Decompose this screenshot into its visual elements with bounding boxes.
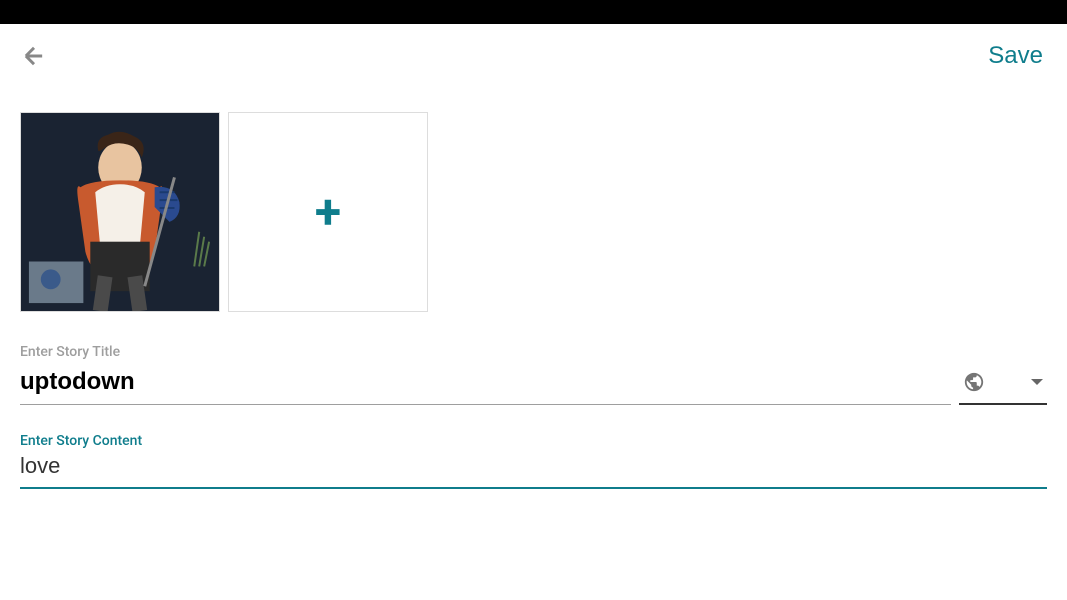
content-area: + Enter Story Title Enter Story Content xyxy=(0,112,1067,489)
title-label: Enter Story Title xyxy=(20,344,951,360)
story-title-input[interactable] xyxy=(20,364,951,405)
status-bar xyxy=(0,0,1067,24)
title-row: Enter Story Title xyxy=(20,344,1047,405)
globe-icon xyxy=(963,371,985,393)
image-attachments-row: + xyxy=(20,112,1047,312)
story-content-input[interactable] xyxy=(20,451,1047,489)
privacy-dropdown[interactable] xyxy=(959,363,1047,405)
plus-icon: + xyxy=(315,188,341,236)
header: Save xyxy=(0,24,1067,88)
title-field-group: Enter Story Title xyxy=(20,344,951,405)
anime-character-image xyxy=(21,113,219,311)
story-image-thumbnail[interactable] xyxy=(20,112,220,312)
content-field-group: Enter Story Content xyxy=(20,433,1047,489)
add-image-button[interactable]: + xyxy=(228,112,428,312)
save-button[interactable]: Save xyxy=(988,42,1047,70)
chevron-down-icon xyxy=(1031,379,1043,385)
content-label: Enter Story Content xyxy=(20,433,1047,449)
back-arrow-icon[interactable] xyxy=(20,42,48,70)
